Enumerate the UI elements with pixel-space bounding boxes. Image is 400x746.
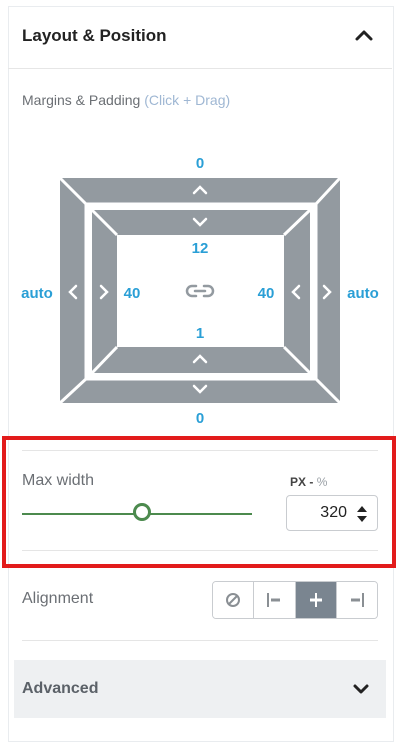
align-left-button[interactable] xyxy=(253,582,295,618)
margin-left-area xyxy=(60,178,87,403)
margin-bottom-value[interactable]: 0 xyxy=(180,410,220,427)
none-icon xyxy=(226,593,241,607)
link-icon xyxy=(185,284,215,298)
align-left-icon xyxy=(267,593,281,607)
align-none-button[interactable] xyxy=(213,582,254,618)
padding-left-value[interactable]: 40 xyxy=(112,285,152,302)
padding-bottom-area xyxy=(92,347,310,373)
padding-right-value[interactable]: 40 xyxy=(246,285,286,302)
highlight-frame xyxy=(2,436,396,568)
advanced-title: Advanced xyxy=(22,680,99,697)
padding-top-value[interactable]: 12 xyxy=(180,240,220,257)
margin-top-value[interactable]: 0 xyxy=(180,155,220,172)
align-right-button[interactable] xyxy=(335,582,377,618)
margin-top-area xyxy=(60,178,340,205)
divider xyxy=(22,640,378,641)
padding-right-area xyxy=(284,210,310,373)
box-model-diagram xyxy=(58,176,342,405)
margin-left-value[interactable]: auto xyxy=(14,285,60,302)
advanced-section[interactable]: Advanced xyxy=(14,660,386,718)
chevron-down-icon[interactable] xyxy=(350,678,372,700)
align-center-button[interactable] xyxy=(294,582,336,618)
margin-right-value[interactable]: auto xyxy=(338,285,388,302)
alignment-group xyxy=(212,581,378,619)
align-right-icon xyxy=(350,593,364,607)
align-center-icon xyxy=(309,593,322,607)
alignment-label: Alignment xyxy=(22,590,94,607)
padding-bottom-value[interactable]: 1 xyxy=(180,325,220,342)
